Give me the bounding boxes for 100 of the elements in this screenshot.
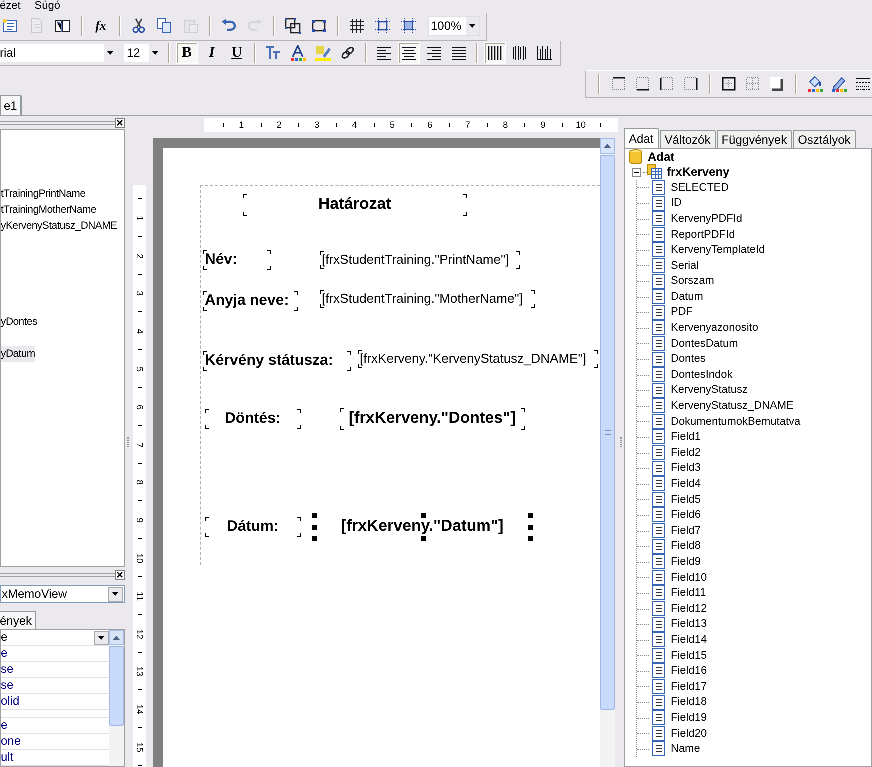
tree-node[interactable]: Field13 (671, 616, 708, 633)
text-object[interactable]: [frxKerveny."Dontes"] (340, 408, 525, 430)
tree-node[interactable]: Field15 (671, 648, 708, 664)
toolbar-button[interactable]: B (176, 42, 198, 64)
collapse-icon[interactable] (632, 168, 641, 177)
data-tab[interactable]: Osztályok (793, 130, 856, 148)
close-icon[interactable] (115, 570, 125, 580)
tree-node[interactable]: Field19 (671, 710, 708, 726)
scroll-up-button[interactable] (109, 630, 124, 645)
property-value[interactable]: se (1, 662, 14, 677)
tree-item[interactable]: yDontes (1, 314, 38, 330)
toolbar-button[interactable] (282, 15, 304, 37)
tree-node[interactable]: KervenyPDFId (671, 210, 743, 228)
text-object[interactable]: Anyja neve: (203, 291, 298, 311)
tree-node[interactable]: DontesDatum (671, 336, 738, 352)
tree-node[interactable]: Sorszam (671, 273, 714, 290)
tree-node[interactable]: SELECTED (671, 180, 730, 196)
tree-node[interactable]: Field17 (671, 678, 708, 696)
text-object[interactable]: Határozat (243, 194, 467, 216)
scroll-thumb[interactable] (109, 646, 124, 726)
tree-item[interactable]: tTrainingMotherName (1, 202, 96, 218)
font-size-dropdown[interactable]: 12 (124, 44, 162, 62)
text-object[interactable]: [frxStudentTraining."MotherName"] (320, 290, 535, 308)
tree-node[interactable]: Field5 (671, 492, 701, 508)
function-button[interactable]: fx (90, 15, 112, 37)
property-value[interactable]: e (1, 646, 8, 661)
font-dropdown[interactable]: rial (0, 44, 117, 62)
border-bottom-icon (635, 76, 651, 92)
field-icon (651, 710, 667, 726)
page-tab[interactable]: e1 (0, 95, 22, 115)
toolbar-button[interactable] (806, 74, 824, 94)
tree-node[interactable]: KervenyStatusz (671, 382, 748, 399)
data-tab[interactable]: Függvények (716, 130, 792, 148)
tree-node[interactable]: ReportPDFId (671, 226, 736, 244)
tree-node[interactable]: Kervenyazonosito (671, 320, 758, 337)
field-icon (651, 570, 667, 586)
field-icon (651, 476, 667, 492)
tree-node[interactable]: KervenyStatusz_DNAME (671, 398, 794, 415)
tree-node[interactable]: Field18 (671, 694, 708, 711)
tree-node[interactable]: Field20 (671, 726, 708, 742)
tree-node[interactable]: Adat (648, 149, 675, 166)
property-value[interactable]: e (1, 630, 8, 645)
scroll-up-button[interactable] (600, 138, 615, 154)
tree-node[interactable]: Field9 (671, 554, 701, 570)
tree-item[interactable]: yKervenyStatusz_DNAME (1, 218, 118, 234)
text-object[interactable]: Döntés: (205, 409, 301, 429)
tree-node[interactable]: Datum (671, 288, 704, 306)
scrollbar[interactable] (109, 630, 124, 766)
tree-node[interactable]: frxKerveny (667, 163, 730, 182)
text-object[interactable]: [frxKerveny."Datum"] (315, 516, 530, 538)
text-object[interactable]: [frxStudentTraining."PrintName"] (320, 251, 520, 269)
tree-node[interactable]: ID (671, 195, 682, 212)
property-value[interactable]: one (1, 734, 22, 749)
tree-node[interactable]: Field6 (671, 507, 701, 524)
property-value[interactable]: olid (1, 694, 20, 709)
tree-node[interactable]: Field10 (671, 570, 708, 586)
tree-node[interactable]: Field8 (671, 538, 701, 555)
object-dropdown[interactable]: xMemoView (0, 585, 125, 603)
toolbar-button[interactable] (484, 42, 506, 64)
data-tab[interactable]: Adat (624, 128, 659, 148)
property-value[interactable]: ult (1, 750, 14, 765)
field-icon (651, 414, 667, 430)
tree-node[interactable]: Field7 (671, 522, 701, 540)
ruler-number: 10 (576, 119, 586, 132)
line-style-icon (855, 76, 871, 92)
toolbar-button[interactable]: U (226, 42, 248, 64)
property-value[interactable]: se (1, 678, 14, 693)
tree-node[interactable]: Name (671, 741, 700, 758)
tree-node[interactable]: Serial (671, 258, 700, 274)
tree-node[interactable]: Field16 (671, 663, 708, 680)
tree-node[interactable]: PDF (671, 304, 693, 321)
field-icon (651, 538, 667, 555)
tree-node[interactable]: Field11 (671, 585, 706, 602)
tree-node[interactable]: Field2 (671, 444, 701, 462)
tree-item[interactable]: tTrainingPrintName (1, 186, 86, 202)
close-icon[interactable] (115, 118, 125, 128)
text-object[interactable]: Dátum: (205, 517, 301, 537)
toolbar-button[interactable]: I (201, 42, 223, 64)
tree-node[interactable]: Field1 (671, 429, 701, 446)
toolbar-button[interactable] (768, 74, 786, 94)
text-object[interactable]: Név: (203, 250, 271, 270)
bars-icon (537, 45, 553, 61)
toolbar-button[interactable] (398, 42, 420, 64)
tree-node[interactable]: Field3 (671, 460, 701, 477)
tree-node[interactable]: Field14 (671, 632, 708, 648)
text-object[interactable]: [frxKerveny."KervenyStatusz_DNAME"] (358, 350, 598, 368)
tree-node[interactable]: Field4 (671, 476, 701, 493)
data-tab[interactable]: Változók (660, 130, 716, 148)
zoom-dropdown[interactable]: 100% (428, 16, 480, 36)
menu-item[interactable]: Súgó (34, 0, 60, 10)
tree-node[interactable]: Dontes (671, 351, 706, 368)
tree-node[interactable]: DontesIndok (671, 366, 733, 384)
tree-node[interactable]: KervenyTemplateId (671, 242, 766, 259)
text-object[interactable]: Kérvény státusza: (203, 351, 351, 371)
tree-node[interactable]: Field12 (671, 600, 708, 618)
menu-item[interactable]: ézet (0, 0, 21, 10)
tree-node[interactable]: DokumentumokBemutatva (671, 414, 801, 430)
property-value[interactable]: e (1, 718, 8, 733)
tree-item[interactable]: yDatum (1, 346, 36, 362)
inspector-tab[interactable]: ények (0, 611, 36, 629)
